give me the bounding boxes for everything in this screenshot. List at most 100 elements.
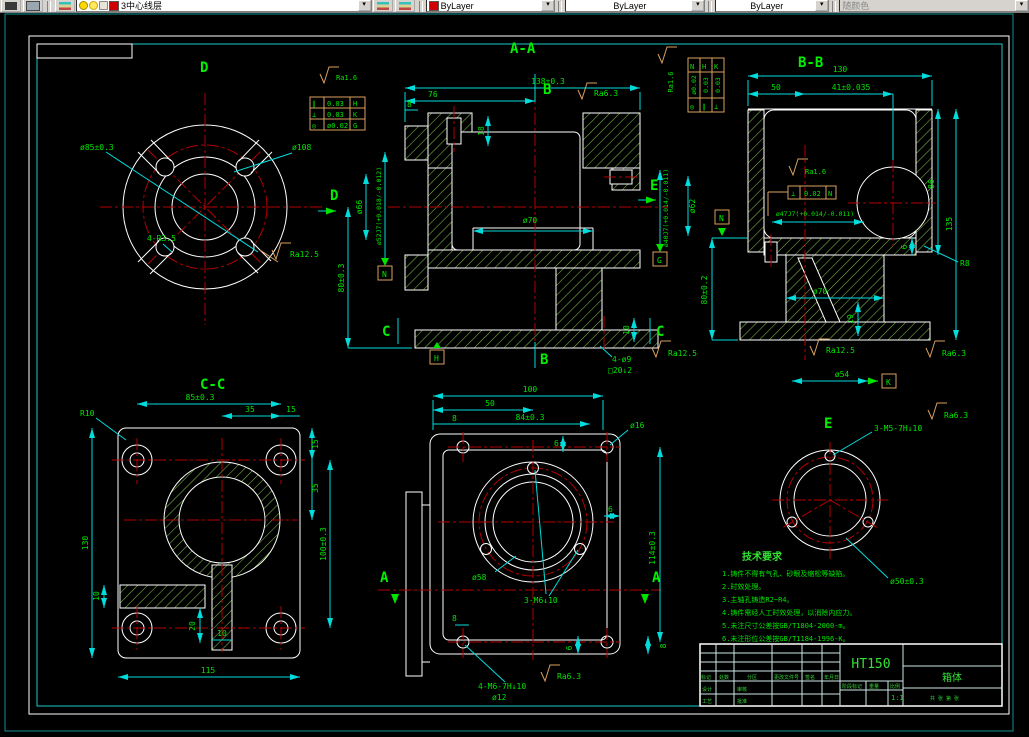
dim-10l: 10 <box>92 591 101 601</box>
dim-10b: 10 <box>217 629 227 638</box>
dim-r10: R10 <box>80 409 95 418</box>
tech-item: 5.未注尺寸公差按GB/T1804-2000-m。 <box>722 621 850 630</box>
dim-ra125: Ra12.5 <box>290 250 319 259</box>
tol-datum: K <box>353 111 358 119</box>
dim-counterbore: □20↓2 <box>608 366 632 375</box>
dim-ra63: Ra6.3 <box>944 411 968 420</box>
dim-54: ø54 <box>835 370 850 379</box>
tb-row-label: 审核 <box>737 686 747 693</box>
ra-value: Ra1.6 <box>805 168 826 176</box>
dim-ra125: Ra12.5 <box>668 349 697 358</box>
section-arrow <box>391 594 399 604</box>
datum-n: N <box>382 270 387 279</box>
tb-header: 处数 <box>719 674 729 681</box>
view-b-b: B-B 130 50 41±0.035 86 135 R8 ø70 19 K ø… <box>700 55 970 389</box>
dim-6: 6 <box>900 244 909 249</box>
dim-holes: 4-ø9 <box>612 355 631 364</box>
dim-70: ø70 <box>813 287 828 296</box>
view-aa-label: A-A <box>510 41 536 57</box>
view-e-label: E <box>824 416 832 432</box>
dim-100: 100±0.3 <box>319 527 328 561</box>
dim-8b: 8 <box>452 614 457 623</box>
title-block: 标记 处数 分区 更改文件号 签名 年月日 设计 工艺 审核 批准 HT150 … <box>699 643 1003 707</box>
dim-115: 115 <box>201 666 216 675</box>
tol-value: 0.03 <box>714 77 722 93</box>
tolerance-frame-vertical: Ra1.6 N H K ø0.02 0.03 0.03 ◎ ∥ ⊥ <box>657 46 725 113</box>
dim-ra125: Ra12.5 <box>826 346 855 355</box>
dim-8: 8 <box>407 100 412 109</box>
datum-g: G <box>657 256 662 265</box>
section-c-left: C <box>382 324 390 340</box>
dim-r8: R8 <box>960 259 970 268</box>
dim-dia85: ø85±0.3 <box>80 143 114 152</box>
view-plan: A A 100 50 8 84±0.3 ø16 6 6 114±0.3 ø58 … <box>378 385 668 702</box>
drawing-canvas[interactable]: D D ø85±0.3 ø108 4-R3.5 Ra12.5 Ra1.6 ∥ 0… <box>0 0 1029 737</box>
section-b-top: B <box>543 82 551 98</box>
tol-symbol: ⊥ <box>714 103 718 111</box>
tol-symbol: ∥ <box>312 100 316 108</box>
tech-item: 6.未注形位公差按GB/T1184-1996-K。 <box>722 634 850 643</box>
view-a-a: A-A 138±0.3 76 8 18 ø70 Ra6.3 B B C C E … <box>337 41 725 375</box>
section-arrow <box>641 594 649 604</box>
tol-value: 0.02 <box>804 190 821 198</box>
view-cc-label: C-C <box>200 377 225 393</box>
tolerance-frame: Ra1.6 ∥ 0.03 H ⊥ 0.03 K ◎ ø0.02 G <box>309 66 366 131</box>
viewport-border <box>4 13 1014 732</box>
tb-row-label: 设计 <box>702 686 712 693</box>
view-e-arrow-label: E <box>650 178 658 194</box>
dim-50: 50 <box>771 83 781 92</box>
datum-arrow <box>718 228 726 236</box>
tol-datum: H <box>702 63 706 71</box>
tb-header: 更改文件号 <box>774 674 799 681</box>
tol-value: 0.03 <box>327 100 344 108</box>
dim-35r: 35 <box>311 483 320 493</box>
dim-85: 85±0.3 <box>186 393 215 402</box>
dim-ra63: Ra6.3 <box>557 672 581 681</box>
tol-symbol: ◎ <box>690 103 695 111</box>
tol-datum: G <box>353 122 357 130</box>
dim-16: ø16 <box>630 421 645 430</box>
zone-box <box>36 43 133 59</box>
view-d-side-label: D <box>330 188 338 204</box>
tol-datum: H <box>353 100 357 108</box>
view-c-c: C-C 85±0.3 35 15 R10 15 35 100±0.3 130 1… <box>80 377 333 680</box>
dim-m5: 3-M5-7H↓10 <box>874 424 922 433</box>
tol-datum: K <box>714 63 719 71</box>
surface-finish-icon <box>271 242 291 261</box>
dim-58: ø58 <box>472 573 487 582</box>
cad-application-window: 3中心线层 ▾ ByLayer ▾ ByLayer ▾ ByLayer ▾ 随颜… <box>0 0 1029 737</box>
dim-84: 84±0.3 <box>516 413 545 422</box>
tol-symbol: ∥ <box>702 103 706 111</box>
part-name: 箱体 <box>942 671 962 684</box>
dim-80: 80±0.3 <box>337 263 346 292</box>
dim-6c: 6 <box>565 645 574 650</box>
dim-dia108: ø108 <box>292 143 311 152</box>
tol-datum: N <box>690 63 694 71</box>
datum-k: K <box>886 378 891 387</box>
tol-value: 0.03 <box>327 111 344 119</box>
dim-19: 19 <box>846 314 855 324</box>
dim-18: 18 <box>477 126 486 136</box>
tb-row-label: 批准 <box>737 698 747 705</box>
tb-sheets: 共 张 第 张 <box>930 695 959 702</box>
dim-ra63: Ra6.3 <box>594 89 618 98</box>
dim-66: ø66 <box>355 200 364 215</box>
section-b-bottom: B <box>540 352 548 368</box>
dim-130: 130 <box>833 65 848 74</box>
view-bb-label: B-B <box>798 55 823 71</box>
ra-value: Ra1.6 <box>667 71 675 92</box>
dim-80: 80±0.2 <box>700 275 709 304</box>
dim-6a: 6 <box>554 439 559 448</box>
tol-value: ø0.02 <box>690 75 698 95</box>
tb-weight-label: 重量 <box>869 683 879 690</box>
dim-10: 10 <box>622 325 631 335</box>
tb-scale-label: 比例 <box>890 683 900 690</box>
dim-15r: 15 <box>311 439 320 449</box>
view-d-label: D <box>200 60 208 76</box>
tb-scale-value: 1:1 <box>891 694 904 702</box>
dim-50: 50 <box>485 399 495 408</box>
technical-requirements: 技术要求 1.铸件不得有气孔、砂眼及缩松等缺陷。 2.时效处理。 3.主轴孔铸造… <box>722 550 856 643</box>
view-d: D D ø85±0.3 ø108 4-R3.5 Ra12.5 Ra1.6 ∥ 0… <box>80 60 366 325</box>
dim-15t: 15 <box>286 405 296 414</box>
datum-h: H <box>434 354 439 363</box>
